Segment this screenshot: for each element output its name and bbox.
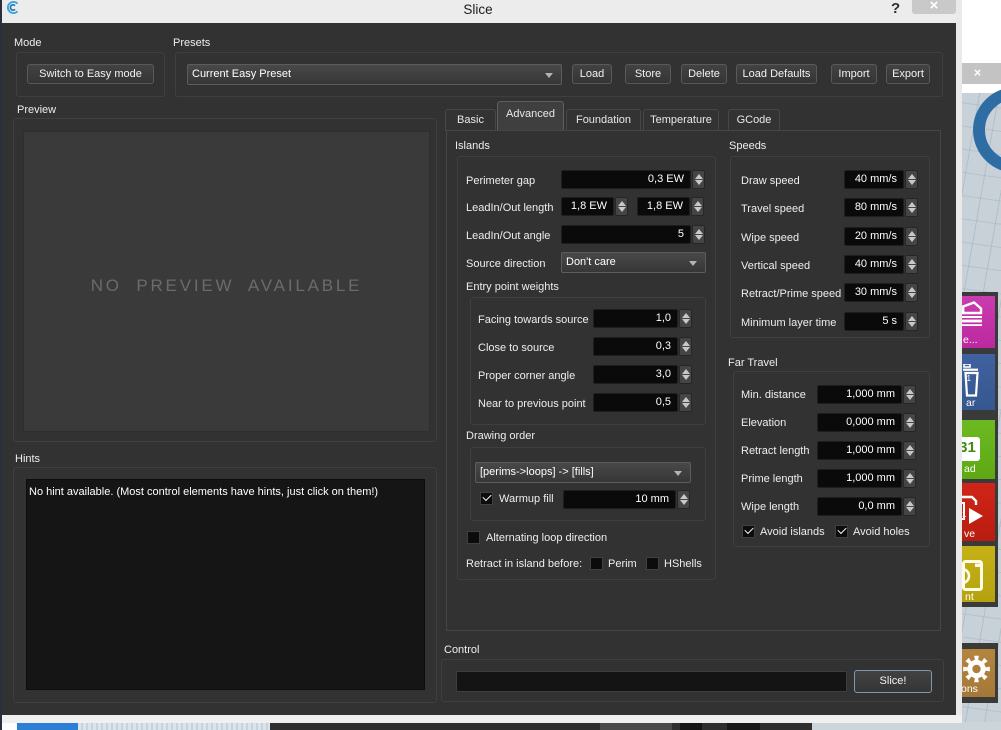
svg-text:1: 1 — [967, 374, 972, 383]
svg-text:1: 1 — [962, 510, 967, 519]
